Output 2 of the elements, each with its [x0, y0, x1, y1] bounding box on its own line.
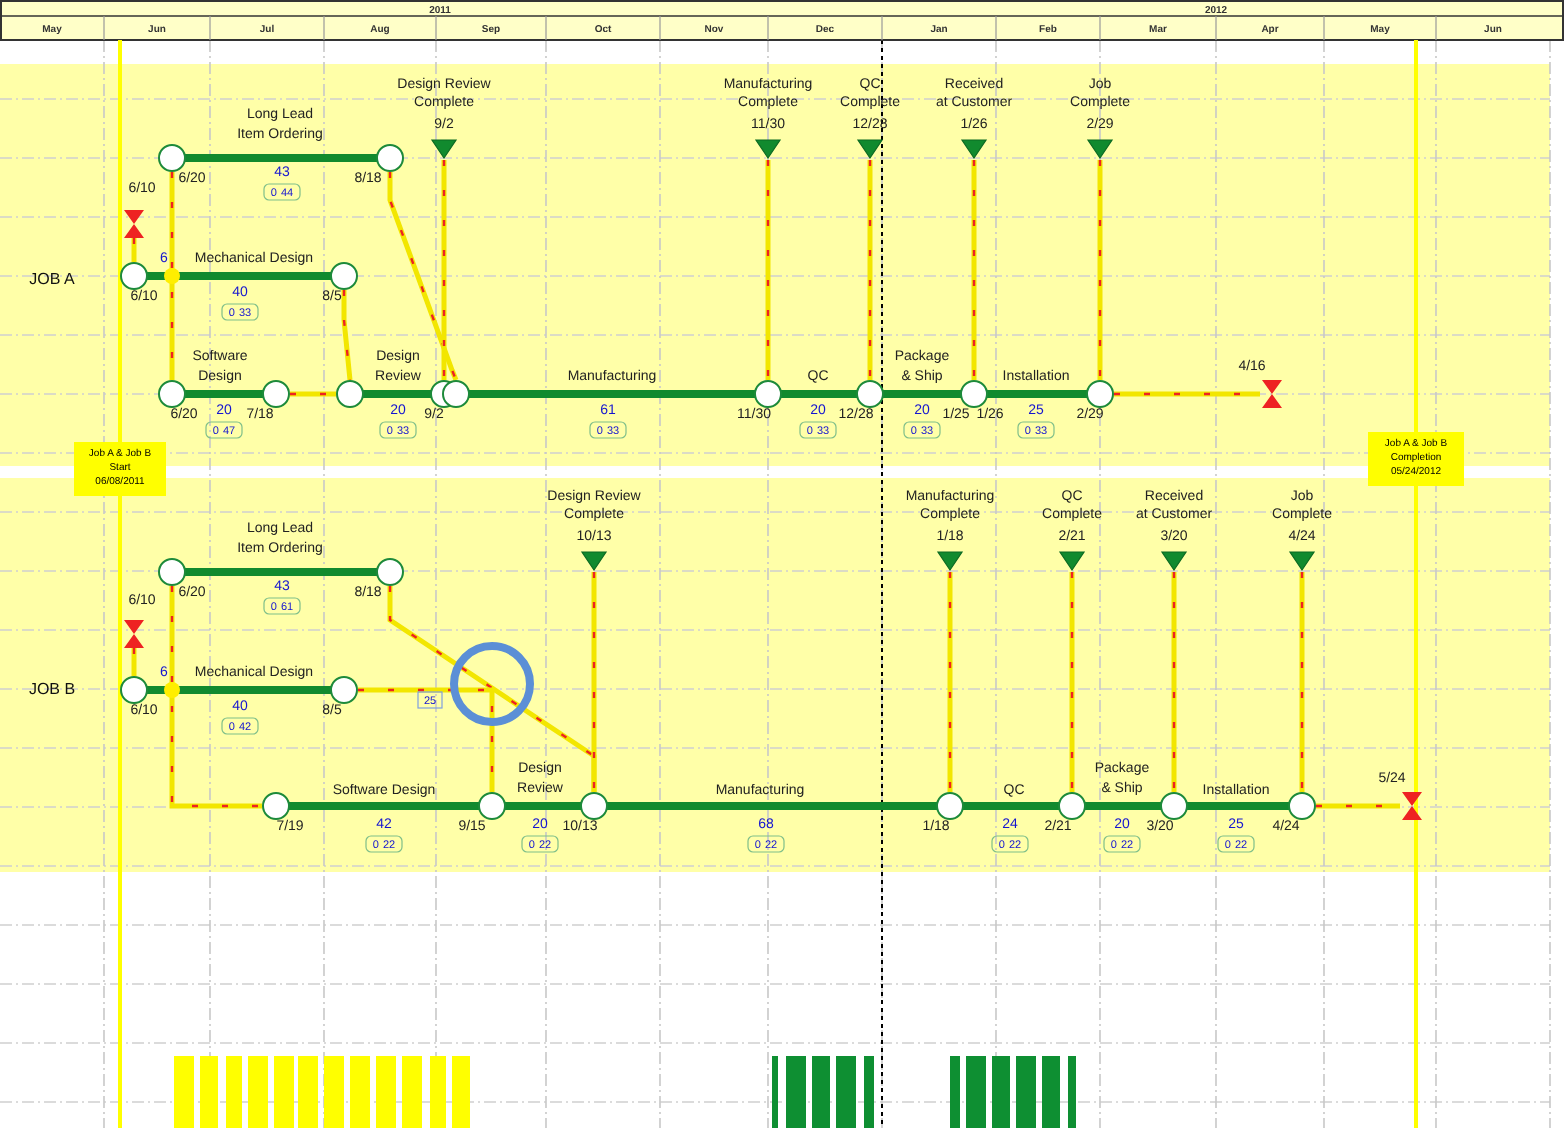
job-label: JOB B — [28, 680, 76, 698]
job-label: JOB A — [29, 270, 75, 288]
